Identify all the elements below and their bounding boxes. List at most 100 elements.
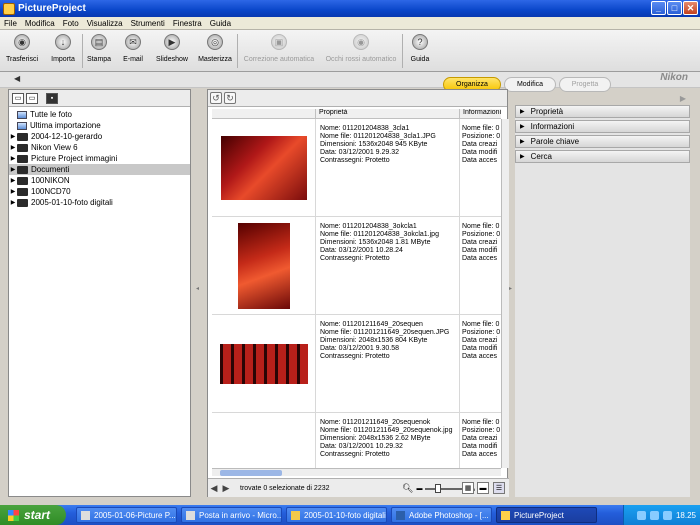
zoom-out-icon[interactable]: ▬ [416,486,422,492]
minimize-button[interactable]: _ [651,1,666,15]
accordion-proprieta[interactable]: ▶ Proprietà [515,105,690,118]
stampa-button[interactable]: ▤ Stampa [83,30,115,72]
list-view-icon[interactable]: ▭ [26,92,38,104]
close-button[interactable]: ✕ [683,1,698,15]
album-view-icon[interactable]: ▪ [46,92,58,104]
grid-view-icon[interactable]: ▦ [462,482,474,494]
guida-button[interactable]: ? Guida [403,30,437,72]
tree-all-photos[interactable]: Tutte le foto [9,109,190,120]
expand-triangle-icon[interactable]: ▶ [9,199,17,206]
window-title: PictureProject [18,3,86,14]
taskbar-item[interactable]: Posta in arrivo - Micro... [181,507,282,523]
taskbar-item[interactable]: Adobe Photoshop - [... [391,507,492,523]
film-view-icon[interactable]: ▬ [477,482,489,494]
expand-triangle-icon[interactable]: ▶ [9,166,17,173]
menu-guida[interactable]: Guida [206,19,235,28]
details-view-icon[interactable]: ☰ [493,482,505,494]
tray-icon[interactable] [662,510,672,520]
tree-folder[interactable]: ▶ 100NCD70 [9,186,190,197]
menu-visualizza[interactable]: Visualizza [83,19,127,28]
menu-foto[interactable]: Foto [59,19,83,28]
column-info[interactable]: Informazioni file [460,109,501,118]
clock[interactable]: 18.25 [676,511,696,520]
auto-correct-button[interactable]: ▣ Correzione automatica [238,30,320,72]
tree-last-import[interactable]: Ultima importazione [9,120,190,131]
folder-icon [17,198,28,207]
column-proprieta[interactable]: Proprietà [316,109,460,118]
thumb-column-header [212,109,316,118]
tab-progetta[interactable]: Progetta [559,77,611,92]
tree-folder-selected[interactable]: ▶ Documenti [9,164,190,175]
folder-icon [17,154,28,163]
importa-button[interactable]: ↓ Importa [44,30,82,72]
menu-strumenti[interactable]: Strumenti [127,19,169,28]
photo-row[interactable]: Nome: 011201211649_20sequenok Nome file: … [212,413,501,468]
folder-icon [291,510,300,520]
windows-logo-icon [8,509,19,521]
start-button[interactable]: start [0,505,66,525]
tray-icon[interactable] [636,510,646,520]
menu-file[interactable]: File [0,19,21,28]
rotate-left-icon[interactable]: ↺ [210,92,222,104]
folder-panel: ▭ ▭ ▪ Tutte le foto Ultima importazione … [8,89,191,497]
left-splitter-handle[interactable]: ◂ [196,285,199,292]
photo-thumbnail[interactable] [219,343,308,384]
app-icon [3,2,15,15]
tree-folder[interactable]: ▶ 100NIKON [9,175,190,186]
photo-thumbnail[interactable] [220,135,307,200]
accordion-informazioni[interactable]: ▶ Informazioni [515,120,690,133]
red-eye-button[interactable]: ◉ Occhi rossi automatico [320,30,402,72]
zoom-slider-knob[interactable] [435,483,442,493]
pictureproject-icon [501,510,510,520]
prev-arrow-icon[interactable]: ◀ [208,483,220,494]
maximize-button[interactable]: □ [667,1,682,15]
mail-icon [186,510,195,520]
title-bar[interactable]: PictureProject _ □ ✕ [0,0,700,17]
folder-icon [17,165,28,174]
tree-folder[interactable]: ▶ 2004-12-10-gerardo [9,131,190,142]
menu-bar: File Modifica Foto Visualizza Strumenti … [0,17,700,30]
zoom-slider[interactable] [425,483,464,493]
tree-folder[interactable]: ▶ 2005-01-10-foto digitali [9,197,190,208]
search-icon[interactable]: 🔍︎ [402,483,413,494]
tree-folder[interactable]: ▶ Picture Project immagini [9,153,190,164]
system-tray: 18.25 [623,505,700,525]
vertical-scrollbar[interactable] [501,119,509,468]
trasferisci-button[interactable]: ◉ Trasferisci [0,30,44,72]
photo-row[interactable]: Nome: 011201204838_3cla1 Nome file: 01120… [212,119,501,217]
import-icon: ↓ [55,34,71,50]
slideshow-button[interactable]: ▶ Slideshow [151,30,193,72]
expand-triangle-icon[interactable]: ▶ [9,133,17,140]
taskbar-item[interactable]: 2005-01-06-Picture P... [76,507,177,523]
tray-icon[interactable] [649,510,659,520]
folder-icon [17,176,28,185]
scroll-thumb[interactable] [220,470,282,476]
expand-triangle-icon[interactable]: ▶ [9,188,17,195]
expand-triangle-icon[interactable]: ▶ [9,155,17,162]
right-splitter-handle[interactable]: ▸ [509,285,512,292]
collapse-left-icon[interactable]: ◀ [14,74,20,83]
photo-thumbnail[interactable] [237,222,290,309]
expand-triangle-icon[interactable]: ▶ [9,177,17,184]
folder-view-icon[interactable]: ▭ [12,92,24,104]
menu-modifica[interactable]: Modifica [21,19,59,28]
folder-icon [17,187,28,196]
tab-modifica[interactable]: Modifica [504,77,556,92]
accordion-parole-chiave[interactable]: ▶ Parole chiave [515,135,690,148]
taskbar-item[interactable]: 2005-01-10-foto digitali [286,507,387,523]
collapse-right-icon[interactable]: ▶ [680,94,686,103]
tree-folder[interactable]: ▶ Nikon View 6 [9,142,190,153]
horizontal-scrollbar[interactable] [212,468,501,476]
taskbar-item-active[interactable]: PictureProject [496,507,597,523]
photo-row[interactable]: Nome: 011201204838_3okcla1 Nome file: 011… [212,217,501,315]
rotate-right-icon[interactable]: ↻ [224,92,236,104]
next-arrow-icon[interactable]: ▶ [220,483,232,494]
photo-row[interactable]: Nome: 011201211649_20sequen Nome file: 01… [212,315,501,413]
info-panel: ▶ Proprietà ▶ Informazioni ▶ Parole chiave … [515,105,690,497]
email-button[interactable]: ✉ E-mail [115,30,151,72]
expand-triangle-icon[interactable]: ▶ [9,144,17,151]
all-photos-icon [17,110,27,119]
masterizza-button[interactable]: ◎ Masterizza [193,30,237,72]
menu-finestra[interactable]: Finestra [169,19,206,28]
accordion-cerca[interactable]: ▶ Cerca [515,150,690,163]
